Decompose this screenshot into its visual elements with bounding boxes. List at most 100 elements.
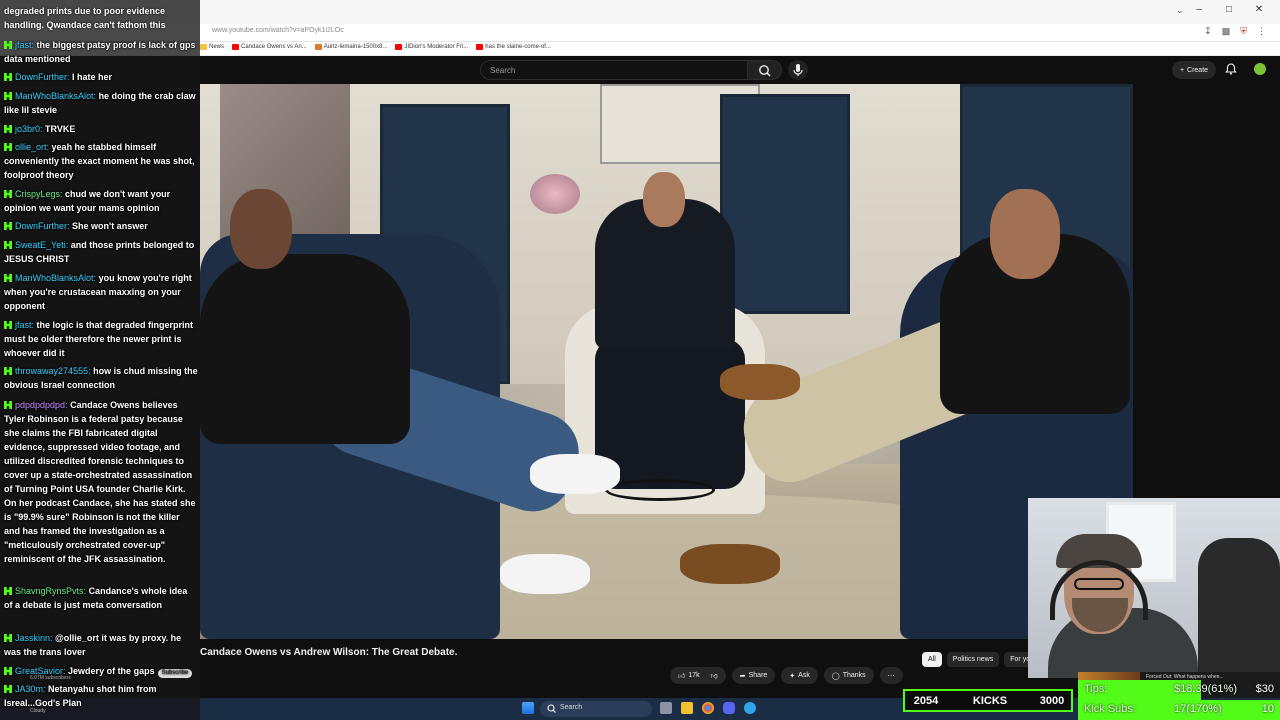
chat-username[interactable]: throwaway274555 <box>15 366 88 376</box>
kick-badge-icon <box>4 587 12 595</box>
thanks-icon: ◯ <box>831 672 840 680</box>
chat-message: SweatE_Yeti: and those prints belonged t… <box>4 238 198 266</box>
tips-value: $18.39(61%) <box>1174 683 1237 695</box>
video-scene-person <box>230 189 292 269</box>
create-button[interactable]: + Create <box>1172 61 1216 79</box>
bookmark-item[interactable]: News <box>200 44 224 50</box>
kick-badge-icon <box>4 401 12 409</box>
video-player[interactable] <box>200 84 1133 639</box>
kick-badge-icon <box>4 222 12 230</box>
chip-filter[interactable]: Politics news <box>946 652 1000 667</box>
bookmark-item[interactable]: JIDion's Moderator Fri... <box>395 44 468 50</box>
voice-search-button[interactable] <box>788 60 808 80</box>
chat-username[interactable]: ShavngRynsPvts <box>15 586 84 596</box>
stream-chat-overlay: degraded prints due to poor evidence han… <box>0 0 200 720</box>
kicks-label: KICKS <box>947 694 1033 707</box>
recommendation-chips: All Politics news For yo <box>922 652 1037 667</box>
ask-button[interactable]: ✦ Ask <box>781 667 818 684</box>
chat-message: DownFurther: She won't answer <box>4 219 198 233</box>
share-button[interactable]: ➦ Share <box>731 667 776 684</box>
video-scene-table <box>605 479 715 501</box>
kick-badge-icon <box>4 73 12 81</box>
chat-username[interactable]: jfast <box>15 320 32 330</box>
thanks-label: Thanks <box>842 672 866 679</box>
bookmark-item[interactable]: Candace Owens vs An... <box>232 44 307 50</box>
chat-username[interactable]: DownFurther <box>15 72 67 82</box>
taskbar-search[interactable]: Search <box>540 701 652 717</box>
task-view-icon[interactable] <box>660 702 672 714</box>
subscribe-button[interactable]: Subscribe <box>157 669 193 678</box>
close-icon[interactable]: ✕ <box>1252 4 1266 15</box>
video-scene-shoe <box>680 544 780 584</box>
bookmark-favicon-icon <box>395 44 403 50</box>
chat-text: She won't answer <box>72 221 148 231</box>
dislike-icon[interactable]: 👎︎ <box>711 671 718 680</box>
discord-icon[interactable] <box>723 702 735 714</box>
tab-list-chevron-icon[interactable]: ⌄ <box>1176 5 1184 16</box>
microphone-icon <box>793 64 803 76</box>
kick-badge-icon <box>4 685 12 693</box>
chat-username[interactable]: ManWhoBlanksAlot <box>15 273 94 283</box>
video-scene-shoe <box>530 454 620 494</box>
kick-badge-icon <box>4 92 12 100</box>
video-actions: 👍︎ 17k 👎︎ ➦ Share ✦ Ask ◯ Thanks ⋯ <box>670 667 903 684</box>
chat-username[interactable]: jfast <box>15 40 32 50</box>
ask-label: Ask <box>798 672 810 679</box>
download-icon[interactable]: ↧ <box>1204 26 1212 37</box>
shield-icon[interactable]: ⛨ <box>1240 26 1247 37</box>
toolbar-icons: ↧ ▩ ⛨ ⋮ <box>1204 26 1266 37</box>
subs-target: 10 <box>1261 703 1274 715</box>
plus-icon: + <box>1179 66 1185 74</box>
screen: ⌄ – □ ✕ www.youtube.com/watch?v=aPOyk1i2… <box>0 0 1280 720</box>
chat-message-partial: degraded prints due to poor evidence han… <box>4 6 166 30</box>
chat-username[interactable]: CrispyLegs <box>15 189 60 199</box>
chat-username[interactable]: Jasskinn <box>15 633 50 643</box>
kick-badge-icon <box>4 125 12 133</box>
minimize-icon[interactable]: – <box>1192 4 1206 15</box>
stream-goals: Tips: $18.39(61%) $30 Kick Subs: 17(170%… <box>1078 680 1280 720</box>
chat-message: ShavngRynsPvts: Candance's whole idea of… <box>4 584 198 612</box>
kick-badge-icon <box>4 367 12 375</box>
file-explorer-icon[interactable] <box>681 702 693 714</box>
weather-label: Cloudy <box>30 708 46 714</box>
tips-label: Tips: <box>1084 683 1108 695</box>
thanks-button[interactable]: ◯ Thanks <box>823 667 874 684</box>
kick-badge-icon <box>4 321 12 329</box>
bookmark-item[interactable]: Auriz-Iemaina-1500x8... <box>314 44 387 50</box>
search-input[interactable]: Search <box>480 60 748 80</box>
bookmark-favicon-icon <box>314 44 322 50</box>
window-controls: – □ ✕ <box>1192 4 1266 15</box>
video-scene-shoe <box>720 364 800 400</box>
chat-message: jfast: the logic is that degraded finger… <box>4 318 198 360</box>
kick-badge-icon <box>4 241 12 249</box>
chat-username[interactable]: jo3br0 <box>15 124 40 134</box>
bookmark-item[interactable]: has the slaine-come-of... <box>476 44 551 50</box>
video-scene-person <box>200 254 410 444</box>
search-button[interactable] <box>748 60 782 80</box>
chat-username[interactable]: ollie_ort <box>15 142 47 152</box>
chat-username[interactable]: ManWhoBlanksAlot <box>15 91 94 101</box>
more-icon: ⋯ <box>887 672 895 680</box>
like-button[interactable]: 👍︎ 17k 👎︎ <box>670 667 726 684</box>
chat-message: ManWhoBlanksAlot: you know you're right … <box>4 271 198 313</box>
video-scene-flowers <box>530 174 580 214</box>
extensions-icon[interactable]: ▩ <box>1222 26 1231 37</box>
maximize-icon[interactable]: □ <box>1222 4 1236 15</box>
more-actions-button[interactable]: ⋯ <box>879 667 903 684</box>
chrome-icon[interactable] <box>702 702 714 714</box>
app-icon[interactable] <box>744 702 756 714</box>
notifications-bell-icon[interactable] <box>1224 62 1238 76</box>
account-avatar[interactable] <box>1254 63 1266 75</box>
chat-username[interactable]: JA30m <box>15 684 43 694</box>
chat-username[interactable]: SweatE_Yeti <box>15 240 66 250</box>
kick-badge-icon <box>4 634 12 642</box>
menu-icon[interactable]: ⋮ <box>1257 26 1266 37</box>
chat-username[interactable]: DownFurther <box>15 221 67 231</box>
windows-start-icon[interactable] <box>522 702 534 714</box>
thumbs-up-icon: 👍︎ <box>678 673 686 680</box>
url-text[interactable]: www.youtube.com/watch?v=aPOyk1i2LOc <box>212 27 344 34</box>
bookmark-list: News Candace Owens vs An... Auriz-Iemaina-… <box>200 44 551 50</box>
chat-username[interactable]: pdpdpdpdpd <box>15 400 65 410</box>
kick-badge-icon <box>4 274 12 282</box>
chip-filter[interactable]: All <box>922 652 942 667</box>
